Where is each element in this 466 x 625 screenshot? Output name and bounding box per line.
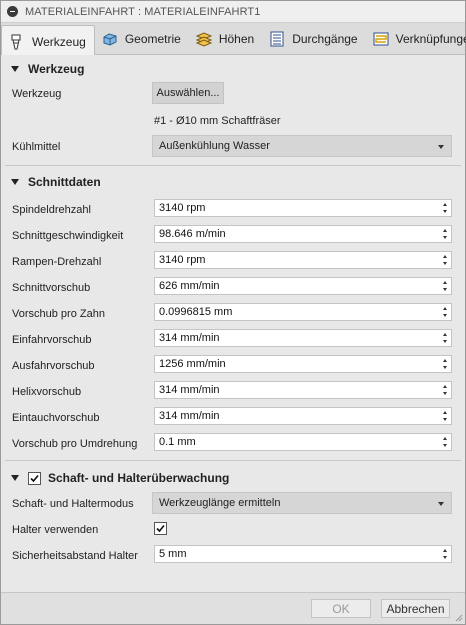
field-value: 314 mm/min [159, 410, 220, 422]
coolant-dropdown[interactable]: Außenkühlung Wasser [152, 135, 452, 157]
field-value: 314 mm/min [159, 332, 220, 344]
tab-hoehen[interactable]: Höhen [189, 23, 262, 54]
helix-feedrate-input[interactable]: 314 mm/min [154, 381, 452, 399]
cutting-speed-input[interactable]: 98.646 m/min [154, 225, 452, 243]
dialog-content: Werkzeug Werkzeug Auswählen... #1 - Ø10 … [1, 55, 465, 592]
tab-geometrie-label: Geometrie [124, 31, 181, 46]
holder-check-checkbox[interactable] [28, 471, 41, 485]
tab-verknuepfungen[interactable]: Verknüpfungen [366, 23, 466, 54]
section-divider [5, 165, 461, 166]
resize-grip-icon[interactable] [455, 614, 463, 622]
geometry-cube-icon [101, 30, 119, 48]
ramp-spindle-speed-input[interactable]: 3140 rpm [154, 251, 452, 269]
field-label: Spindeldrehzahl [12, 204, 91, 216]
field-label: Rampen-Drehzahl [12, 256, 102, 268]
collapse-icon[interactable] [7, 6, 18, 17]
holder-clearance-label: Sicherheitsabstand Halter [12, 550, 138, 562]
section-schnittdaten-title: Schnittdaten [28, 175, 101, 189]
field-label: Schnittgeschwindigkeit [12, 230, 124, 242]
field-value: 3140 rpm [159, 202, 206, 214]
collapse-triangle-icon [11, 66, 19, 72]
select-tool-button[interactable]: Auswählen... [152, 82, 224, 104]
feed-per-tooth-input[interactable]: 0.0996815 mm [154, 303, 452, 321]
section-halter-header[interactable]: Schaft- und Halterüberwachung [1, 467, 465, 489]
spin-stepper[interactable] [440, 330, 451, 346]
section-divider [5, 460, 461, 461]
dialog-window: MATERIALEINFAHRT : MATERIALEINFAHRT1 Wer… [0, 0, 466, 625]
spin-stepper[interactable] [440, 434, 451, 450]
tab-durchgaenge-label: Durchgänge [292, 31, 358, 46]
passes-icon [268, 30, 286, 48]
field-value: 5 mm [159, 548, 187, 560]
field-label: Vorschub pro Zahn [12, 308, 105, 320]
tool-label: Werkzeug [12, 88, 62, 100]
field-value: 98.646 m/min [159, 228, 226, 240]
field-value: 0.1 mm [159, 436, 196, 448]
tab-verknuepfungen-label: Verknüpfungen [395, 31, 466, 46]
dialog-footer: OK Abbrechen [1, 592, 465, 624]
tab-bar: Werkzeug Geometrie Höhen Durchgänge Verk… [1, 23, 466, 57]
checkmark-icon [30, 474, 39, 482]
tool-icon [8, 33, 26, 51]
section-werkzeug-title: Werkzeug [28, 62, 85, 76]
window-title: MATERIALEINFAHRT : MATERIALEINFAHRT1 [25, 5, 261, 18]
tool-description: #1 - Ø10 mm Schaftfräser [154, 115, 281, 127]
spin-stepper[interactable] [440, 278, 451, 294]
feed-per-revolution-input[interactable]: 0.1 mm [154, 433, 452, 451]
field-label: Ausfahrvorschub [12, 360, 95, 372]
cutting-feedrate-input[interactable]: 626 mm/min [154, 277, 452, 295]
section-schnittdaten-header[interactable]: Schnittdaten [1, 171, 465, 193]
plunge-feedrate-input[interactable]: 314 mm/min [154, 407, 452, 425]
spin-stepper[interactable] [440, 546, 451, 562]
lead-in-feedrate-input[interactable]: 314 mm/min [154, 329, 452, 347]
field-value: 3140 rpm [159, 254, 206, 266]
use-holder-checkbox[interactable] [154, 522, 167, 535]
heights-icon [195, 30, 213, 48]
field-label: Eintauchvorschub [12, 412, 100, 424]
spin-stepper[interactable] [440, 382, 451, 398]
spin-stepper[interactable] [440, 408, 451, 424]
title-bar: MATERIALEINFAHRT : MATERIALEINFAHRT1 [1, 1, 465, 23]
collapse-triangle-icon [11, 179, 19, 185]
spindle-speed-input[interactable]: 3140 rpm [154, 199, 452, 217]
holder-mode-label: Schaft- und Haltermodus [12, 498, 134, 510]
holder-mode-dropdown[interactable]: Werkzeuglänge ermitteln [152, 492, 452, 514]
coolant-label: Kühlmittel [12, 141, 61, 153]
use-holder-label: Halter verwenden [12, 524, 99, 536]
tab-hoehen-label: Höhen [218, 31, 255, 46]
field-label: Einfahrvorschub [12, 334, 92, 346]
holder-clearance-input[interactable]: 5 mm [154, 545, 452, 563]
field-value: 314 mm/min [159, 384, 220, 396]
section-werkzeug-header[interactable]: Werkzeug [1, 58, 465, 80]
holder-mode-value: Werkzeuglänge ermitteln [159, 497, 281, 509]
spin-stepper[interactable] [440, 356, 451, 372]
cancel-button[interactable]: Abbrechen [381, 599, 450, 618]
field-label: Schnittvorschub [12, 282, 91, 294]
spin-stepper[interactable] [440, 226, 451, 242]
field-value: 1256 mm/min [159, 358, 226, 370]
checkmark-icon [156, 524, 165, 533]
collapse-triangle-icon [11, 475, 19, 481]
section-halter-title: Schaft- und Halterüberwachung [48, 471, 230, 485]
tab-durchgaenge[interactable]: Durchgänge [262, 23, 365, 54]
lead-out-feedrate-input[interactable]: 1256 mm/min [154, 355, 452, 373]
linking-icon [372, 30, 390, 48]
spin-stepper[interactable] [440, 252, 451, 268]
tab-werkzeug-label: Werkzeug [32, 34, 86, 49]
coolant-value: Außenkühlung Wasser [159, 140, 270, 152]
field-label: Helixvorschub [12, 386, 82, 398]
field-label: Vorschub pro Umdrehung [12, 438, 138, 450]
field-value: 0.0996815 mm [159, 306, 233, 318]
tab-werkzeug[interactable]: Werkzeug [1, 25, 95, 57]
chevron-down-icon [438, 502, 444, 506]
ok-button[interactable]: OK [311, 599, 371, 618]
spin-stepper[interactable] [440, 200, 451, 216]
tab-geometrie[interactable]: Geometrie [95, 23, 189, 54]
chevron-down-icon [438, 145, 444, 149]
spin-stepper[interactable] [440, 304, 451, 320]
field-value: 626 mm/min [159, 280, 220, 292]
